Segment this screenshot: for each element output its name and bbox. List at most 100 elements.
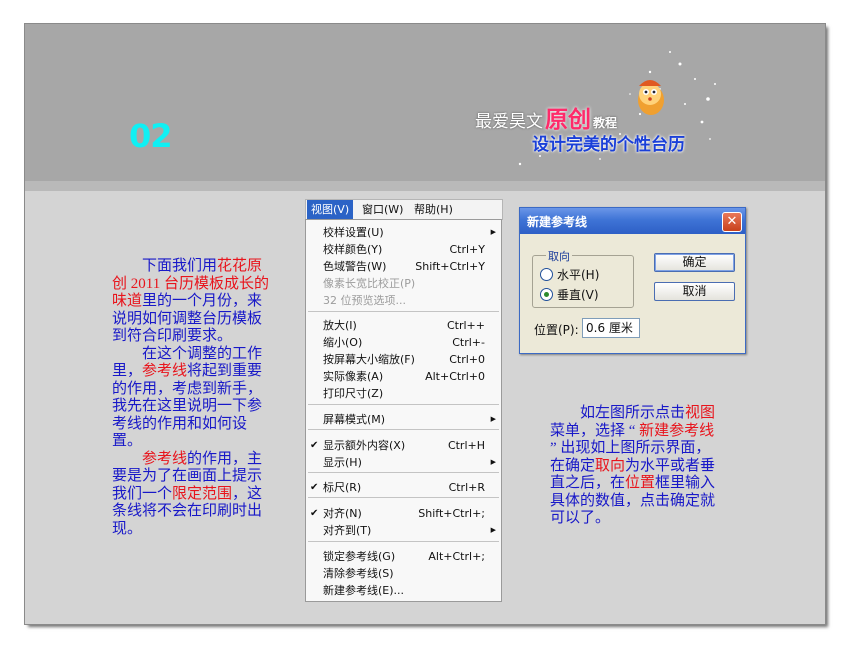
menu-item[interactable]: ✔ 标尺(R) Ctrl+R: [306, 479, 501, 496]
menu-item-shortcut: Ctrl+0: [449, 353, 485, 366]
menu-item-label: 标尺(R): [323, 481, 362, 494]
menu-item-label: 显示(H): [323, 456, 362, 469]
menu-item[interactable]: 色域警告(W) Shift+Ctrl+Y: [306, 258, 501, 275]
menu-item-shortcut: Alt+Ctrl+;: [428, 550, 485, 563]
right-paragraph-1: 如左图所示点击视图菜单，选择 “ 新建参考线 ” 出现如上图所示界面，在确定取向…: [550, 405, 722, 528]
left-paragraph-2: 在这个调整的工作里，参考线将起到重要的作用，考虑到新手，我先在这里说明一下参考线…: [112, 346, 275, 451]
radio-vertical[interactable]: 垂直(V): [540, 287, 599, 303]
dialog-title: 新建参考线: [527, 215, 588, 229]
highlight-text: 参考线: [142, 450, 188, 467]
menu-item: 32 位预览选项...: [306, 292, 501, 309]
radio-horizontal[interactable]: 水平(H): [540, 267, 599, 283]
menu-separator: [308, 497, 499, 498]
menu-item[interactable]: 按屏幕大小缩放(F) Ctrl+0: [306, 351, 501, 368]
menu-item[interactable]: 校样颜色(Y) Ctrl+Y: [306, 241, 501, 258]
menu-item-shortcut: Alt+Ctrl+0: [425, 370, 485, 383]
menu-item[interactable]: 缩小(O) Ctrl+-: [306, 334, 501, 351]
submenu-arrow-icon: ▶: [490, 458, 496, 466]
right-instruction-text: 如左图所示点击视图菜单，选择 “ 新建参考线 ” 出现如上图所示界面，在确定取向…: [550, 405, 722, 528]
menu-item[interactable]: 校样设置(U) ▶: [306, 224, 501, 241]
menu-separator: [308, 311, 499, 312]
menu-bar: 视图(V) 窗口(W) 帮助(H): [305, 199, 503, 220]
menu-item-label: 实际像素(A): [323, 370, 384, 383]
submenu-arrow-icon: ▶: [490, 526, 496, 534]
menu-item-shortcut: Ctrl+Y: [449, 243, 485, 256]
left-instruction-text: 下面我们用花花原创 2011 台历模板成长的味道里的一个月份，来说明如何调整台历…: [112, 258, 275, 538]
menu-view[interactable]: 视图(V): [307, 200, 354, 219]
body-text: 如左图所示点击: [580, 405, 686, 421]
new-guide-dialog: 新建参考线 ✕ 取向 水平(H) 垂直(V) 确定 取消 位置(P): 0.6 …: [519, 207, 746, 354]
radio-horizontal-icon: [540, 268, 553, 281]
menu-item[interactable]: 实际像素(A) Alt+Ctrl+0: [306, 368, 501, 385]
menu-item[interactable]: 屏幕模式(M) ▶: [306, 411, 501, 428]
menu-item[interactable]: 对齐到(T) ▶: [306, 522, 501, 539]
menu-item-label: 新建参考线(E)...: [323, 584, 405, 597]
highlight-text: 限定范围: [172, 485, 233, 502]
menu-item-label: 锁定参考线(G): [323, 550, 396, 563]
menu-separator: [308, 472, 499, 473]
menu-separator: [308, 541, 499, 542]
menu-item-label: 缩小(O): [323, 336, 363, 349]
radio-vertical-label: 垂直(V): [557, 288, 599, 302]
menu-separator: [308, 404, 499, 405]
left-paragraph-3: 参考线的作用，主要是为了在画面上提示我们一个限定范围，这条线将不会在印刷时出现。: [112, 451, 275, 539]
slide: 02 最爱昊文原创 教程 设计完美的个性台历 下面我们用花花原创 2011 台历模…: [24, 23, 826, 625]
menu-item-label: 对齐到(T): [323, 524, 372, 537]
radio-vertical-icon: [540, 288, 553, 301]
mascot-icon: [638, 80, 664, 115]
brand-logo: 最爱昊文原创 教程: [475, 100, 617, 134]
divider-band: [25, 181, 825, 191]
menu-item-label: 放大(I): [323, 319, 357, 332]
highlight-text: 新建参考线: [639, 422, 715, 439]
highlight-text: 参考线: [142, 363, 188, 379]
menu-item-shortcut: Ctrl+-: [452, 336, 485, 349]
menu-item-label: 校样颜色(Y): [323, 243, 383, 256]
menu-item[interactable]: 放大(I) Ctrl++: [306, 317, 501, 334]
menu-item[interactable]: 新建参考线(E)...: [306, 582, 501, 599]
brand-subtitle: 设计完美的个性台历: [532, 135, 685, 155]
position-label: 位置(P):: [534, 323, 579, 337]
close-icon[interactable]: ✕: [722, 212, 742, 232]
menu-item-label: 对齐(N): [323, 507, 362, 520]
checkmark-icon: ✔: [310, 508, 319, 519]
menu-item-label: 像素长宽比校正(P): [323, 277, 416, 290]
submenu-arrow-icon: ▶: [490, 228, 496, 236]
menu-help[interactable]: 帮助(H): [410, 200, 457, 219]
menu-item[interactable]: ✔ 对齐(N) Shift+Ctrl+;: [306, 505, 501, 522]
ok-button[interactable]: 确定: [654, 253, 735, 272]
menu-item-shortcut: Shift+Ctrl+;: [418, 507, 485, 520]
brand-part-3: 教程: [593, 116, 618, 130]
menu-item-shortcut: Ctrl++: [446, 319, 485, 332]
menu-item-label: 32 位预览选项...: [323, 294, 406, 307]
banner: 02 最爱昊文原创 教程 设计完美的个性台历: [25, 24, 825, 181]
step-number: 02: [129, 117, 173, 155]
checkmark-icon: ✔: [310, 482, 319, 493]
position-input[interactable]: 0.6 厘米: [582, 318, 640, 338]
body-text: 下面我们用: [142, 258, 218, 274]
menu-item-label: 打印尺寸(Z): [323, 387, 384, 400]
menu-item-shortcut: Ctrl+H: [447, 439, 485, 452]
menu-item[interactable]: 显示(H) ▶: [306, 454, 501, 471]
highlight-text: 位置: [625, 475, 656, 491]
menu-window[interactable]: 窗口(W): [358, 200, 407, 219]
menu-item[interactable]: ✔ 显示额外内容(X) Ctrl+H: [306, 437, 501, 454]
brand-part-1: 最爱昊文: [475, 112, 543, 132]
highlight-text: 取向: [595, 457, 626, 474]
menu-item[interactable]: 清除参考线(S): [306, 565, 501, 582]
menu-separator: [308, 429, 499, 430]
menu-item-shortcut: Shift+Ctrl+Y: [415, 260, 485, 273]
menu-item-label: 显示额外内容(X): [323, 439, 406, 452]
body-text: 菜单，选择 “: [550, 422, 640, 439]
dialog-title-bar[interactable]: 新建参考线 ✕: [520, 208, 745, 234]
menu-item-label: 色域警告(W): [323, 260, 387, 273]
menu-item-shortcut: Ctrl+R: [448, 481, 485, 494]
orientation-label: 取向: [546, 248, 572, 264]
highlight-text: 视图: [685, 405, 716, 421]
menu-item[interactable]: 打印尺寸(Z): [306, 385, 501, 402]
submenu-arrow-icon: ▶: [490, 415, 496, 423]
radio-horizontal-label: 水平(H): [557, 268, 600, 282]
cancel-button[interactable]: 取消: [654, 282, 735, 301]
menu-item: 像素长宽比校正(P): [306, 275, 501, 292]
menu-item[interactable]: 锁定参考线(G) Alt+Ctrl+;: [306, 548, 501, 565]
left-paragraph-1: 下面我们用花花原创 2011 台历模板成长的味道里的一个月份，来说明如何调整台历…: [112, 258, 275, 346]
